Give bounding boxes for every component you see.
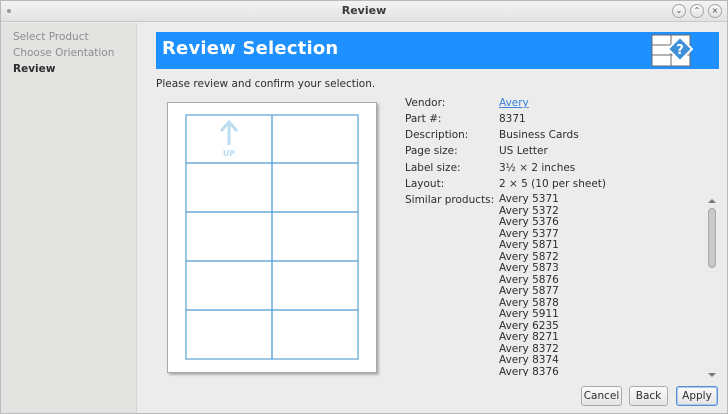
similar-products-list[interactable]: Avery 5371 Avery 5372 Avery 5376 Avery 5…	[499, 194, 699, 376]
label-size-label: Label size:	[405, 162, 461, 174]
step-select-product: Select Product	[13, 31, 89, 43]
window-title: Review	[341, 4, 387, 17]
maximize-icon[interactable]: ⌃	[690, 4, 704, 18]
label-size-value: 3½ × 2 inches	[499, 162, 576, 174]
list-item: Avery 5871	[499, 239, 559, 251]
scroll-up-icon[interactable]	[708, 199, 716, 203]
list-item: Avery 8376	[499, 365, 559, 376]
cancel-button[interactable]: Cancel	[581, 386, 622, 406]
list-item: Avery 8374	[499, 354, 559, 366]
main-panel: Review Selection ? Please review and con…	[138, 23, 727, 413]
list-item: Avery 8271	[499, 331, 559, 343]
part-label: Part #:	[405, 113, 442, 125]
list-item: Avery 5371	[499, 194, 559, 205]
help-icon: ?	[667, 36, 693, 62]
list-item: Avery 5873	[499, 262, 559, 274]
similar-products-label: Similar products:	[405, 194, 495, 206]
up-label: UP	[223, 149, 235, 158]
review-dialog: Review ⌄ ⌃ × Select Product Choose Orien…	[0, 0, 728, 414]
layout-label: Layout:	[405, 178, 445, 190]
intro-text: Please review and confirm your selection…	[156, 78, 376, 90]
similar-products-scrollbar[interactable]	[707, 199, 717, 377]
list-item: Avery 5911	[499, 308, 559, 320]
label-grid: UP	[185, 114, 359, 360]
step-choose-orientation: Choose Orientation	[13, 47, 115, 59]
step-review: Review	[13, 63, 56, 75]
list-item: Avery 5376	[499, 216, 559, 228]
part-value: 8371	[499, 113, 526, 125]
page-banner: Review Selection ?	[156, 32, 719, 69]
scroll-down-icon[interactable]	[708, 373, 716, 377]
vendor-label: Vendor:	[405, 97, 446, 109]
page-size-label: Page size:	[405, 145, 458, 157]
scrollbar-thumb[interactable]	[708, 208, 716, 268]
title-bar: Review ⌄ ⌃ ×	[1, 1, 727, 22]
back-button[interactable]: Back	[629, 386, 668, 406]
page-size-value: US Letter	[499, 145, 548, 157]
apply-button[interactable]: Apply	[676, 386, 718, 406]
up-arrow-icon	[219, 119, 239, 145]
page-title: Review Selection	[162, 38, 339, 59]
close-icon[interactable]: ×	[708, 4, 722, 18]
layout-value: 2 × 5 (10 per sheet)	[499, 178, 607, 190]
vendor-link[interactable]: Avery	[499, 97, 529, 109]
description-label: Description:	[405, 129, 469, 141]
svg-text:?: ?	[676, 43, 684, 58]
list-item: Avery 5877	[499, 285, 559, 297]
description-value: Business Cards	[499, 129, 579, 141]
minimize-icon[interactable]: ⌄	[672, 4, 686, 18]
label-sheet-preview: UP	[167, 102, 377, 373]
wizard-steps-sidebar: Select Product Choose Orientation Review	[1, 23, 137, 413]
